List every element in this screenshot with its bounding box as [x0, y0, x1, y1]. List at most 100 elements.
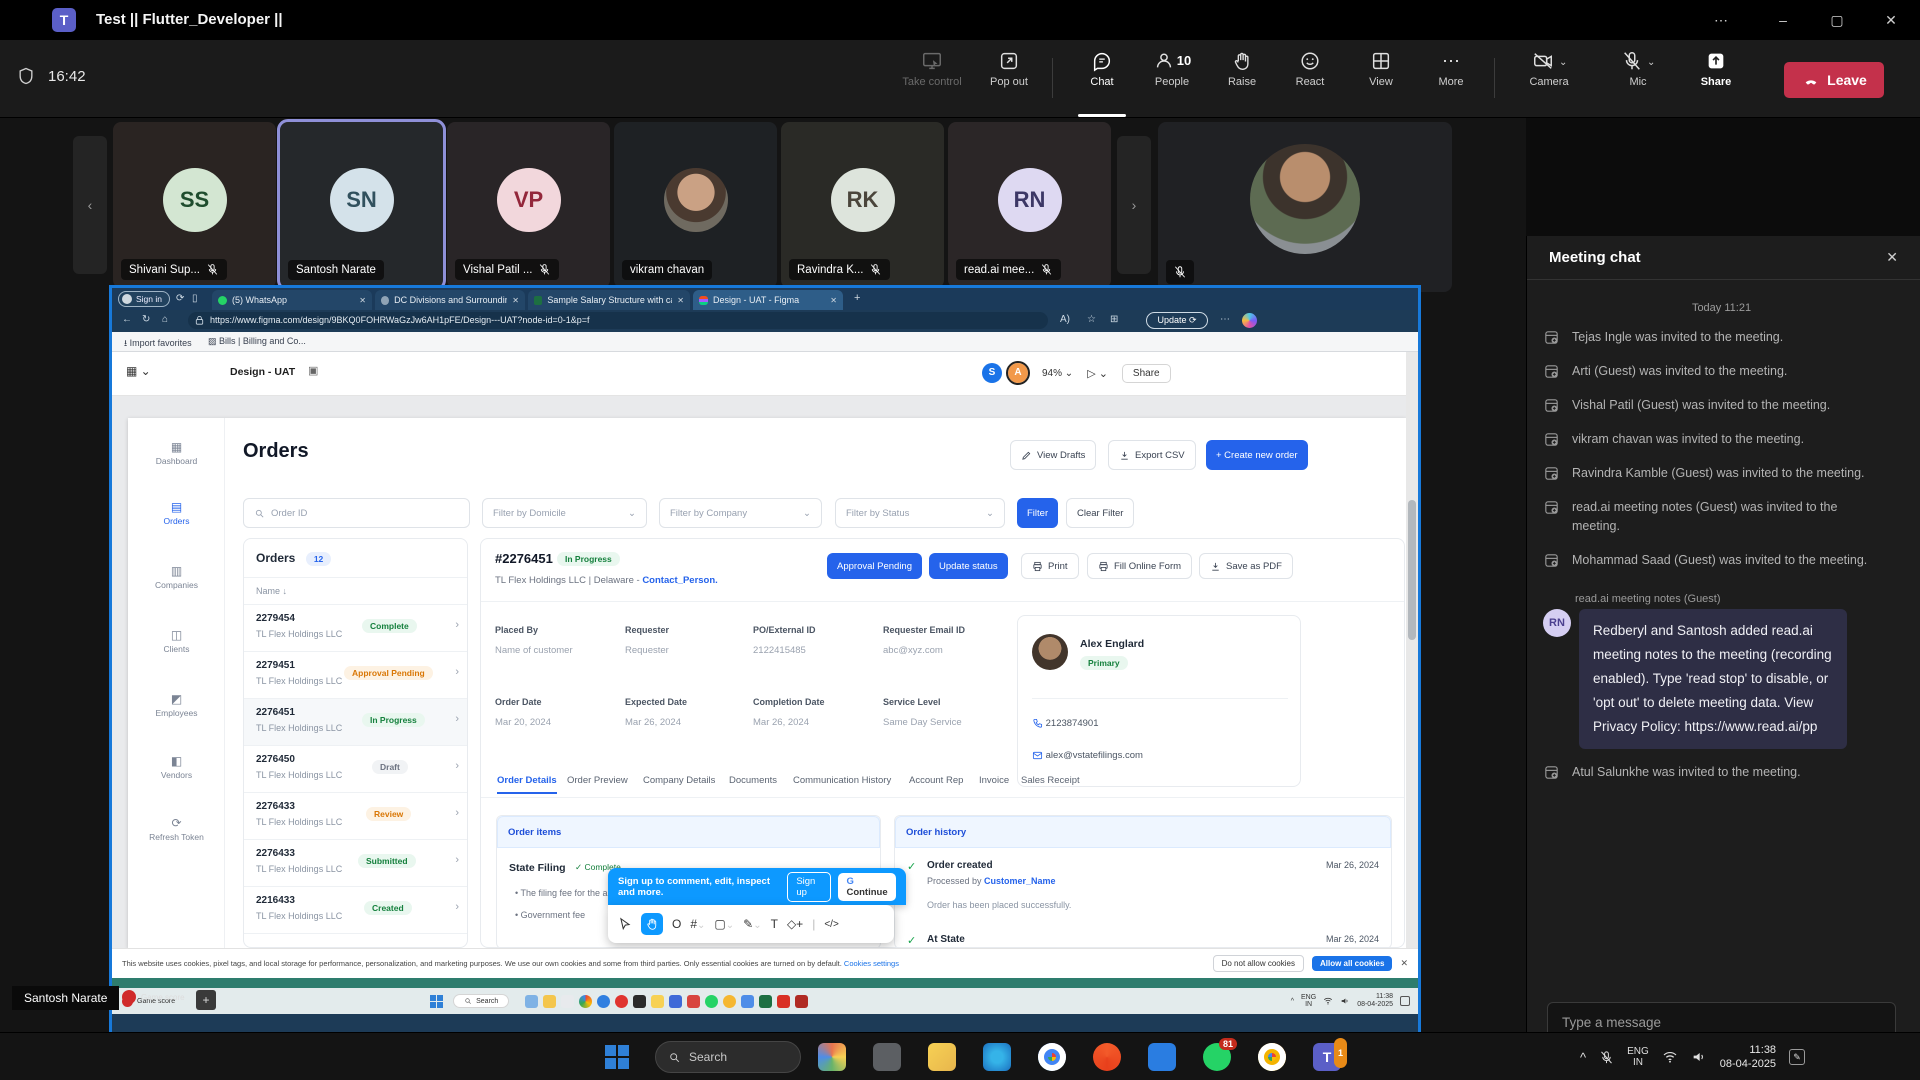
sidebar-item-companies[interactable]: ▥Companies: [128, 564, 225, 590]
home-icon[interactable]: ⌂: [162, 314, 168, 325]
spotlight-tile[interactable]: [1158, 122, 1452, 292]
start-button[interactable]: [605, 1045, 629, 1069]
order-row[interactable]: 2279451TL Flex Holdings LLC Approval Pen…: [244, 652, 468, 699]
presenter-app-icon[interactable]: [525, 995, 538, 1008]
order-row[interactable]: 2216433TL Flex Holdings LLC Created›: [244, 887, 468, 934]
tab-close-icon[interactable]: ✕: [677, 296, 684, 305]
pen-tool-icon[interactable]: ✎⌄: [743, 917, 761, 931]
tab-order-preview[interactable]: Order Preview: [567, 775, 628, 786]
browser-tab-dc-divisions[interactable]: DC Divisions and Surroundings✕: [375, 290, 525, 310]
taskbar-app-explorer[interactable]: [928, 1043, 956, 1071]
google-continue-button[interactable]: G Continue: [838, 873, 896, 901]
sidebar-item-vendors[interactable]: ◧Vendors: [128, 754, 225, 780]
copilot-icon[interactable]: [1242, 313, 1257, 328]
collaborator-avatar[interactable]: S: [982, 363, 1002, 383]
camera-chevron-icon[interactable]: ⌄: [1559, 57, 1567, 68]
share-pin-button[interactable]: +: [196, 990, 216, 1010]
tab-communication-history[interactable]: Communication History: [793, 775, 891, 786]
presenter-language[interactable]: ENGIN: [1301, 994, 1316, 1008]
presenter-app-icon[interactable]: [795, 995, 808, 1008]
hand-tool-icon[interactable]: [641, 913, 663, 935]
browser-tab-salary-sheet[interactable]: Sample Salary Structure with calc✕: [528, 290, 690, 310]
window-minimize-button[interactable]: –: [1760, 0, 1806, 40]
sidebar-item-employees[interactable]: ◩Employees: [128, 692, 225, 718]
mic-button[interactable]: ⌄ Mic: [1598, 50, 1678, 88]
pop-out-button[interactable]: Pop out: [973, 50, 1045, 88]
presenter-app-icon[interactable]: [633, 995, 646, 1008]
new-tab-button[interactable]: +: [854, 292, 860, 304]
browser-tab-figma-active[interactable]: Design - UAT - Figma✕: [693, 290, 843, 310]
window-maximize-button[interactable]: ▢: [1814, 0, 1860, 40]
tray-chevron-up[interactable]: ^: [1580, 1050, 1586, 1065]
presenter-app-icon[interactable]: [651, 995, 664, 1008]
mic-chevron-icon[interactable]: ⌄: [1647, 57, 1655, 68]
taskbar-app-whatsapp[interactable]: 81: [1203, 1043, 1231, 1071]
tray-notifications-icon[interactable]: ✎: [1789, 1049, 1805, 1065]
url-field[interactable]: https://www.figma.com/design/9BKQ0FOHRWa…: [188, 312, 1048, 329]
allow-cookies-button[interactable]: Allow all cookies: [1312, 956, 1392, 971]
presenter-app-icon[interactable]: [579, 995, 592, 1008]
figma-board-icon[interactable]: ▣: [308, 364, 318, 377]
sidebar-item-clients[interactable]: ◫Clients: [128, 628, 225, 654]
collections-icon[interactable]: ⊞: [1110, 314, 1118, 325]
tab-order-details[interactable]: Order Details: [497, 775, 557, 794]
browser-tab-whatsapp[interactable]: (5) WhatsApp✕: [212, 290, 372, 310]
tray-mic-icon[interactable]: [1602, 1051, 1612, 1062]
favorite-star-icon[interactable]: ☆: [1087, 314, 1096, 325]
presenter-tray-chevron[interactable]: ^: [1291, 998, 1294, 1005]
bills-folder-link[interactable]: ▨ Bills | Billing and Co...: [208, 336, 306, 347]
presenter-app-icon[interactable]: [687, 995, 700, 1008]
collaborator-avatar[interactable]: A: [1008, 363, 1028, 383]
presenter-app-icon[interactable]: [597, 995, 610, 1008]
browser-signin-button[interactable]: Sign in: [118, 291, 170, 307]
chat-close-icon[interactable]: ✕: [1886, 249, 1898, 266]
scrollbar-thumb[interactable]: [1408, 500, 1416, 640]
tray-volume-icon[interactable]: [1693, 1053, 1702, 1061]
refresh-icon[interactable]: ↻: [142, 314, 150, 325]
shape-tool-icon[interactable]: ▢⌄: [714, 917, 734, 931]
contact-phone[interactable]: 2123874901: [1032, 718, 1098, 729]
participants-scroll-right[interactable]: ›: [1117, 136, 1151, 274]
taskbar-app-chrome[interactable]: [1038, 1043, 1066, 1071]
contact-email[interactable]: alex@vstatefilings.com: [1032, 750, 1143, 761]
share-button[interactable]: Share: [1684, 50, 1748, 88]
taskbar-app-teams[interactable]: T 1: [1313, 1043, 1341, 1071]
contact-person-link[interactable]: Contact_Person.: [642, 575, 718, 586]
export-csv-button[interactable]: Export CSV: [1108, 440, 1196, 470]
order-row-selected[interactable]: 2276451TL Flex Holdings LLC In Progress›: [244, 699, 468, 746]
clear-filter-button[interactable]: Clear Filter: [1066, 498, 1134, 528]
window-more-button[interactable]: ⋯: [1698, 0, 1744, 40]
taskbar-search[interactable]: Search: [655, 1041, 801, 1073]
move-tool-icon[interactable]: [621, 919, 629, 929]
tray-wifi-icon[interactable]: [1664, 1053, 1676, 1063]
participant-tile[interactable]: RK Ravindra K...: [781, 122, 944, 288]
presenter-notifications-icon[interactable]: [1400, 996, 1410, 1006]
deny-cookies-button[interactable]: Do not allow cookies: [1213, 955, 1304, 972]
tab-close-icon[interactable]: ✕: [512, 296, 519, 305]
frame-tool-icon[interactable]: #⌄: [690, 917, 705, 931]
presenter-clock[interactable]: 11:3808-04-2025: [1357, 993, 1393, 1009]
order-row[interactable]: 2276433TL Flex Holdings LLC Submitted›: [244, 840, 468, 887]
filter-company-select[interactable]: Filter by Company⌄: [659, 498, 822, 528]
view-drafts-button[interactable]: View Drafts: [1010, 440, 1096, 470]
presenter-app-icon[interactable]: [723, 995, 736, 1008]
view-button[interactable]: View: [1345, 50, 1417, 88]
participant-tile-active[interactable]: SN Santosh Narate: [280, 122, 443, 288]
presenter-app-icon[interactable]: [561, 995, 574, 1008]
tab-account-rep[interactable]: Account Rep: [909, 775, 963, 786]
vertical-tabs-icon[interactable]: ▯: [192, 293, 198, 304]
order-row[interactable]: 2276450TL Flex Holdings LLC Draft›: [244, 746, 468, 793]
print-button[interactable]: Print: [1021, 553, 1079, 579]
chat-input[interactable]: [1562, 1015, 1862, 1030]
dev-mode-icon[interactable]: </>: [824, 919, 838, 930]
figma-share-button[interactable]: Share: [1122, 364, 1171, 383]
fill-online-form-button[interactable]: Fill Online Form: [1087, 553, 1192, 579]
read-aloud-icon[interactable]: A): [1060, 314, 1070, 325]
figma-present-icon[interactable]: ▷ ⌄: [1087, 367, 1108, 380]
tab-sales-receipt[interactable]: Sales Receipt: [1021, 775, 1080, 786]
leave-button[interactable]: Leave: [1784, 62, 1884, 98]
presenter-app-icon[interactable]: [759, 995, 772, 1008]
tab-invoice[interactable]: Invoice: [979, 775, 1009, 786]
camera-button[interactable]: ⌄ Camera: [1506, 50, 1592, 88]
filter-domicile-select[interactable]: Filter by Domicile⌄: [482, 498, 647, 528]
